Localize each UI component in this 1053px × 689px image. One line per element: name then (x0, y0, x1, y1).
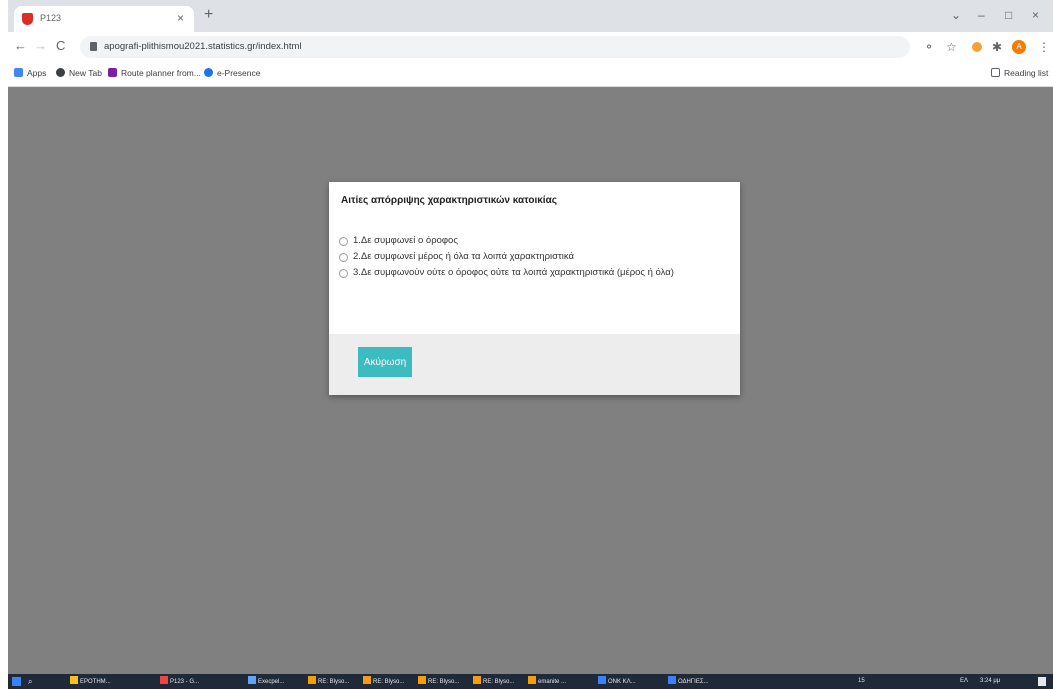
taskbar-app-1[interactable]: ΕΡΟΤΗΜ... (70, 676, 111, 687)
globe-icon (56, 68, 65, 77)
windows-taskbar: ⌕ ΕΡΟΤΗΜ... P123 - G... Execpel... RE: B… (8, 674, 1053, 689)
windows-start-icon[interactable] (12, 677, 21, 686)
extensions-puzzle-icon[interactable]: ✱ (992, 40, 1002, 54)
rejection-reasons-dialog: Αιτίες απόρριψης χαρακτηριστικών κατοικί… (329, 182, 740, 395)
mail-icon (473, 676, 481, 684)
notification-icon[interactable] (1038, 677, 1046, 686)
bookmark-route-planner[interactable]: Route planner from... (108, 68, 201, 78)
maximize-button[interactable]: □ (1005, 8, 1012, 22)
word-icon (598, 676, 606, 684)
reading-list-button[interactable]: Reading list (991, 68, 1048, 78)
taskbar-app-9[interactable]: ΟΝΚ ΚΛ... (598, 676, 636, 687)
reason-option-3[interactable]: 3.Δε συμφωνούν ούτε ο όροφος ούτε τα λοι… (339, 266, 729, 280)
browser-window: P123 × + ⌄ – □ × ← → C apografi-plithism… (8, 0, 1053, 689)
taskbar-app-8[interactable]: emanite ... (528, 676, 566, 687)
mail-icon (363, 676, 371, 684)
taskbar-app-2[interactable]: P123 - G... (160, 676, 199, 687)
tab-search-icon[interactable]: ⌄ (951, 8, 961, 22)
cancel-button[interactable]: Ακύρωση (358, 347, 412, 377)
lock-icon (90, 42, 97, 51)
tray-weather[interactable]: 15 (858, 676, 865, 687)
reason-options: 1.Δε συμφωνεί ο όροφος 2.Δε συμφωνεί μέρ… (339, 234, 729, 282)
folder-icon (70, 676, 78, 684)
close-window-button[interactable]: × (1032, 8, 1039, 22)
search-icon[interactable]: ⌕ (28, 676, 32, 687)
outlook-icon (248, 676, 256, 684)
forward-button[interactable]: → (34, 38, 47, 53)
taskbar-app-10[interactable]: ΟΔΗΓΙΕΣ... (668, 676, 709, 687)
mail-icon (308, 676, 316, 684)
tray-clock[interactable]: 3:24 μμ (980, 676, 1000, 687)
address-bar[interactable]: apografi-plithismou2021.statistics.gr/in… (80, 36, 910, 58)
tab-title: P123 (40, 13, 62, 23)
reason-label: 3.Δε συμφωνούν ούτε ο όροφος ούτε τα λοι… (353, 267, 674, 278)
bookmarks-bar: Apps New Tab Route planner from... e-Pre… (8, 62, 1053, 87)
back-button[interactable]: ← (14, 38, 27, 53)
apps-grid-icon (14, 68, 23, 77)
reason-option-1[interactable]: 1.Δε συμφωνεί ο όροφος (339, 234, 729, 248)
taskbar-app-4[interactable]: RE: Blyso... (308, 676, 349, 687)
route-icon (108, 68, 117, 77)
e-presence-icon (204, 68, 213, 77)
reason-option-2[interactable]: 2.Δε συμφωνεί μέρος ή όλα τα λοιπά χαρακ… (339, 250, 729, 264)
dialog-title: Αιτίες απόρριψης χαρακτηριστικών κατοικί… (341, 195, 557, 206)
radio-button[interactable] (339, 237, 348, 246)
tray-language[interactable]: ΕΛ (960, 676, 968, 687)
minimize-button[interactable]: – (978, 8, 985, 22)
browser-toolbar: ← → C apografi-plithismou2021.statistics… (8, 32, 1053, 62)
taskbar-app-5[interactable]: RE: Blyso... (363, 676, 404, 687)
radio-button[interactable] (339, 253, 348, 262)
taskbar-app-7[interactable]: RE: Blyso... (473, 676, 514, 687)
reload-button[interactable]: C (56, 38, 65, 53)
shield-icon (22, 13, 33, 25)
bookmark-apps[interactable]: Apps (14, 68, 46, 78)
bookmark-new-tab[interactable]: New Tab (56, 68, 102, 78)
mail-icon (418, 676, 426, 684)
new-tab-button[interactable]: + (204, 7, 213, 23)
reading-list-icon (991, 68, 1000, 77)
reason-label: 1.Δε συμφωνεί ο όροφος (353, 235, 458, 246)
chrome-icon (160, 676, 168, 684)
url-text[interactable]: apografi-plithismou2021.statistics.gr/in… (104, 41, 301, 52)
page-overlay: Αιτίες απόρριψης χαρακτηριστικών κατοικί… (8, 87, 1053, 674)
bookmark-e-presence[interactable]: e-Presence (204, 68, 260, 78)
mail-icon (528, 676, 536, 684)
tab-active[interactable]: P123 × (14, 6, 194, 32)
profile-avatar[interactable]: A (1012, 40, 1026, 54)
radio-button[interactable] (339, 269, 348, 278)
translate-icon[interactable]: ⚬ (924, 40, 934, 54)
reason-label: 2.Δε συμφωνεί μέρος ή όλα τα λοιπά χαρακ… (353, 251, 574, 262)
taskbar-app-3[interactable]: Execpel... (248, 676, 284, 687)
tab-strip: P123 × + ⌄ – □ × (8, 0, 1053, 32)
taskbar-app-6[interactable]: RE: Blyso... (418, 676, 459, 687)
bookmark-star-icon[interactable]: ☆ (946, 40, 957, 54)
close-tab-icon[interactable]: × (177, 11, 184, 25)
extension-icon[interactable] (972, 42, 982, 52)
browser-menu-icon[interactable]: ⋮ (1038, 40, 1050, 54)
word-icon (668, 676, 676, 684)
dialog-footer: Ακύρωση (329, 334, 740, 395)
